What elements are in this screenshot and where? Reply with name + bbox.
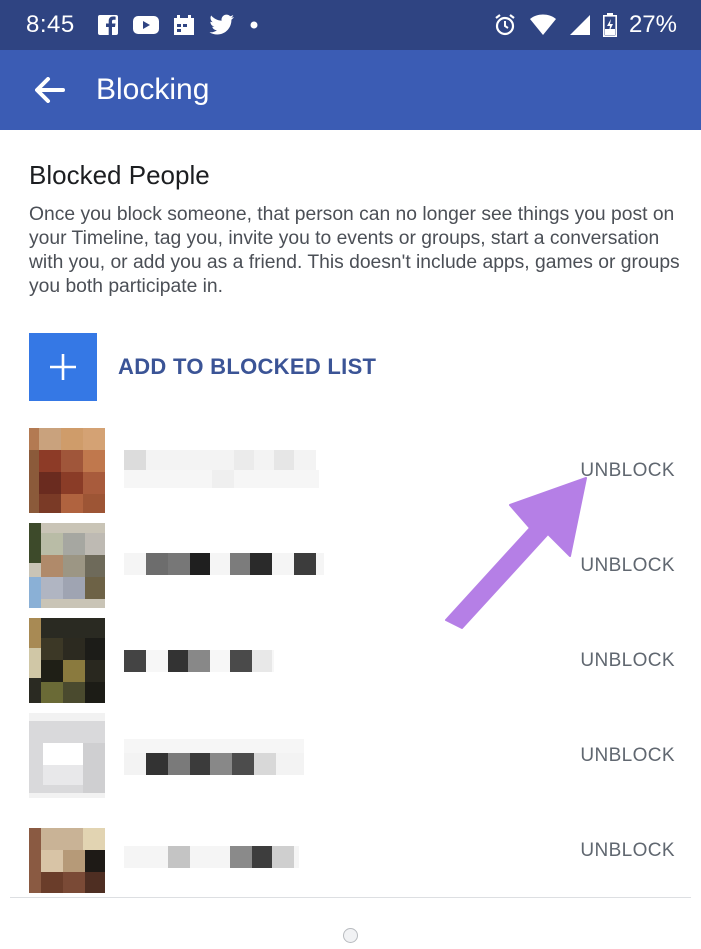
blurred-name	[124, 541, 324, 591]
battery-icon	[602, 13, 617, 37]
status-time: 8:45	[26, 11, 75, 38]
unblock-button[interactable]: UNBLOCK	[580, 745, 675, 767]
blurred-name	[124, 826, 324, 876]
wifi-icon	[529, 14, 557, 36]
blocked-person-row: UNBLOCK	[0, 808, 701, 893]
add-to-blocked-list-label: ADD TO BLOCKED LIST	[118, 354, 377, 379]
notification-icons	[97, 14, 259, 36]
section-description: Once you block someone, that person can …	[29, 204, 680, 297]
avatar	[29, 618, 105, 703]
calendar-icon	[173, 14, 195, 36]
unblock-button[interactable]: UNBLOCK	[580, 840, 675, 862]
back-button[interactable]	[20, 60, 80, 120]
app-bar: Blocking	[0, 50, 701, 130]
unblock-button[interactable]: UNBLOCK	[580, 650, 675, 672]
signal-icon	[569, 14, 591, 36]
add-to-blocked-list-button[interactable]: ADD TO BLOCKED LIST	[29, 333, 376, 401]
alarm-icon	[493, 13, 517, 37]
blocked-person-row: UNBLOCK	[0, 713, 701, 798]
blurred-name	[124, 731, 324, 781]
youtube-icon	[132, 15, 159, 35]
avatar	[29, 808, 105, 893]
section-title: Blocked People	[29, 160, 210, 190]
facebook-icon	[97, 14, 119, 36]
twitter-icon	[209, 14, 235, 36]
blurred-name	[124, 446, 324, 496]
battery-percent: 27%	[628, 11, 677, 38]
blocked-person-row: UNBLOCK	[0, 428, 701, 513]
system-status-icons: 27%	[493, 11, 677, 39]
arrow-left-icon	[35, 77, 65, 103]
unblock-button[interactable]: UNBLOCK	[580, 460, 675, 482]
blocked-person-row: UNBLOCK	[0, 523, 701, 608]
scroll-indicator	[343, 928, 358, 943]
avatar	[29, 428, 105, 513]
blurred-name	[124, 636, 324, 686]
divider	[10, 897, 691, 898]
dot-icon	[249, 20, 259, 30]
avatar	[29, 713, 105, 798]
status-bar: 8:45 27%	[0, 0, 701, 50]
plus-icon	[50, 354, 76, 380]
unblock-button[interactable]: UNBLOCK	[580, 555, 675, 577]
page-title: Blocking	[96, 73, 210, 106]
add-box	[29, 333, 97, 401]
avatar	[29, 523, 105, 608]
blocked-person-row: UNBLOCK	[0, 618, 701, 703]
